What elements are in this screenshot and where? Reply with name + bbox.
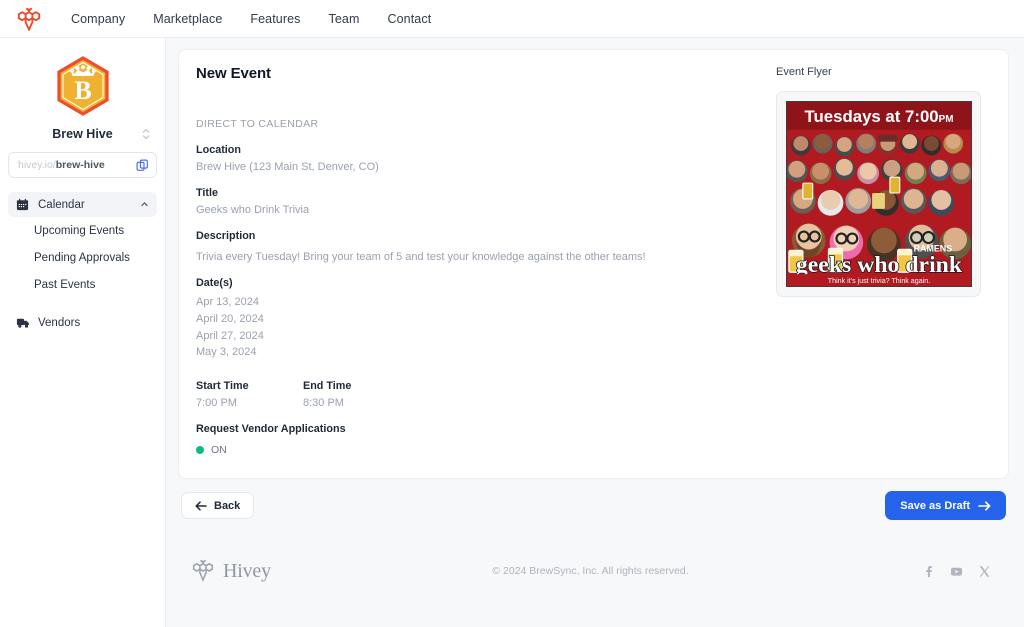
youtube-icon[interactable] — [950, 565, 963, 578]
footer-copyright: © 2024 BrewSync, Inc. All rights reserve… — [492, 565, 689, 578]
main-content: New Event DIRECT TO CALENDAR Location Br… — [166, 38, 1024, 627]
org-url-field[interactable]: hivey.io/brew-hive — [8, 152, 157, 178]
event-form-column: New Event DIRECT TO CALENDAR Location Br… — [196, 65, 776, 456]
back-button[interactable]: Back — [181, 492, 255, 520]
bee-logo-icon[interactable] — [12, 5, 46, 33]
event-flyer-label: Event Flyer — [776, 66, 832, 78]
flyer-tagline: Think it's just trivia? Think again. — [828, 277, 930, 285]
field-start-time-label: Start Time — [196, 380, 249, 393]
field-title-value[interactable]: Geeks who Drink Trivia — [196, 204, 776, 216]
sidebar-item-pending-approvals-label: Pending Approvals — [34, 251, 130, 264]
vendor-applications-toggle[interactable]: ON — [196, 444, 776, 456]
org-logo: B — [8, 54, 157, 120]
bee-logo-icon — [192, 559, 214, 583]
arrow-right-icon — [978, 501, 991, 511]
top-nav-links: Company Marketplace Features Team Contac… — [71, 12, 431, 26]
save-as-draft-label: Save as Draft — [900, 499, 970, 512]
field-vendor-applications: Request Vendor Applications ON — [196, 423, 776, 456]
sidebar: B Brew Hive hivey.io/brew-hive Calendar … — [0, 38, 166, 627]
footer-brand-name: Hivey — [223, 559, 271, 582]
body-split: B Brew Hive hivey.io/brew-hive Calendar … — [0, 38, 1024, 627]
chevron-up-icon[interactable] — [140, 200, 149, 209]
org-url-text: hivey.io/brew-hive — [18, 159, 136, 171]
nav-link-company[interactable]: Company — [71, 12, 125, 26]
field-title: Title Geeks who Drink Trivia — [196, 187, 776, 216]
top-navigation-bar: Company Marketplace Features Team Contac… — [0, 0, 1024, 38]
sidebar-item-vendors-label: Vendors — [38, 316, 81, 329]
field-description-value[interactable]: Trivia every Tuesday! Bring your team of… — [196, 251, 776, 263]
sidebar-item-calendar[interactable]: Calendar — [8, 192, 157, 217]
sidebar-item-pending-approvals[interactable]: Pending Approvals — [8, 244, 157, 271]
field-start-time-value[interactable]: 7:00 PM — [196, 397, 303, 409]
event-flyer-frame[interactable]: Tuesdays at 7:00PM RAMENS geeks who drin… — [776, 91, 981, 297]
field-location: Location Brew Hive (123 Main St, Denver,… — [196, 144, 776, 173]
field-location-value[interactable]: Brew Hive (123 Main St, Denver, CO) — [196, 161, 776, 173]
field-title-label: Title — [196, 187, 218, 199]
event-flyer-column: Event Flyer Tuesdays at 7:00PM RAMENS ge… — [776, 65, 991, 456]
vendor-applications-state: ON — [211, 444, 227, 457]
field-end-time-value[interactable]: 8:30 PM — [303, 397, 410, 409]
date-list-item[interactable]: April 20, 2024 — [196, 311, 776, 328]
flyer-headline: Tuesdays at 7:00PM — [805, 107, 954, 126]
field-description: Description Trivia every Tuesday! Bring … — [196, 230, 776, 263]
footer-brand[interactable]: Hivey — [190, 558, 490, 584]
x-twitter-icon[interactable] — [978, 565, 991, 578]
new-event-card: New Event DIRECT TO CALENDAR Location Br… — [178, 49, 1009, 480]
org-url-slug: brew-hive — [55, 159, 105, 171]
app-root: Company Marketplace Features Team Contac… — [0, 0, 1024, 627]
facebook-icon[interactable] — [922, 565, 935, 578]
footer-social-links — [691, 565, 991, 578]
nav-link-marketplace[interactable]: Marketplace — [153, 12, 222, 26]
sidebar-item-past-events-label: Past Events — [34, 278, 96, 291]
field-end-time-label: End Time — [303, 380, 352, 393]
sidebar-item-upcoming-events[interactable]: Upcoming Events — [8, 217, 157, 244]
svg-text:B: B — [74, 76, 91, 105]
org-url-prefix: hivey.io/ — [18, 159, 56, 171]
field-start-time: Start Time 7:00 PM — [196, 380, 303, 409]
nav-link-features[interactable]: Features — [250, 12, 300, 26]
action-bar: Back Save as Draft — [178, 479, 1009, 521]
org-name-label: Brew Hive — [52, 127, 113, 141]
section-label-direct-to-calendar: DIRECT TO CALENDAR — [196, 118, 319, 130]
field-location-label: Location — [196, 144, 241, 156]
nav-link-team[interactable]: Team — [329, 12, 360, 26]
copy-icon[interactable] — [136, 159, 149, 172]
field-dates-label: Date(s) — [196, 277, 233, 289]
back-button-label: Back — [214, 499, 241, 512]
footer: Hivey © 2024 BrewSync, Inc. All rights r… — [178, 534, 1009, 608]
date-list-item[interactable]: May 3, 2024 — [196, 344, 776, 361]
truck-icon — [16, 317, 30, 329]
save-as-draft-button[interactable]: Save as Draft — [885, 491, 1006, 521]
field-vendor-applications-label: Request Vendor Applications — [196, 423, 346, 436]
calendar-icon — [16, 198, 30, 211]
hexagon-badge-icon: B — [56, 56, 109, 116]
time-row: Start Time 7:00 PM End Time 8:30 PM — [196, 380, 776, 409]
chevron-up-down-icon — [142, 128, 150, 140]
sidebar-item-calendar-label: Calendar — [38, 198, 85, 211]
arrow-left-icon — [195, 501, 207, 511]
event-flyer-image: Tuesdays at 7:00PM RAMENS geeks who drin… — [786, 101, 972, 287]
date-list: Apr 13, 2024 April 20, 2024 April 27, 20… — [196, 294, 776, 361]
page-title: New Event — [196, 65, 271, 82]
sidebar-item-upcoming-events-label: Upcoming Events — [34, 224, 125, 237]
status-dot-icon — [196, 446, 204, 455]
sidebar-item-past-events[interactable]: Past Events — [8, 271, 157, 298]
org-switcher[interactable]: Brew Hive — [8, 127, 157, 141]
nav-link-contact[interactable]: Contact — [388, 12, 432, 26]
sidebar-item-vendors[interactable]: Vendors — [8, 310, 157, 335]
field-end-time: End Time 8:30 PM — [303, 380, 410, 409]
date-list-item[interactable]: April 27, 2024 — [196, 328, 776, 345]
field-description-label: Description — [196, 230, 256, 242]
field-dates: Date(s) Apr 13, 2024 April 20, 2024 Apri… — [196, 277, 776, 361]
date-list-item[interactable]: Apr 13, 2024 — [196, 294, 776, 311]
sidebar-nav: Calendar Upcoming Events Pending Approva… — [8, 192, 157, 335]
